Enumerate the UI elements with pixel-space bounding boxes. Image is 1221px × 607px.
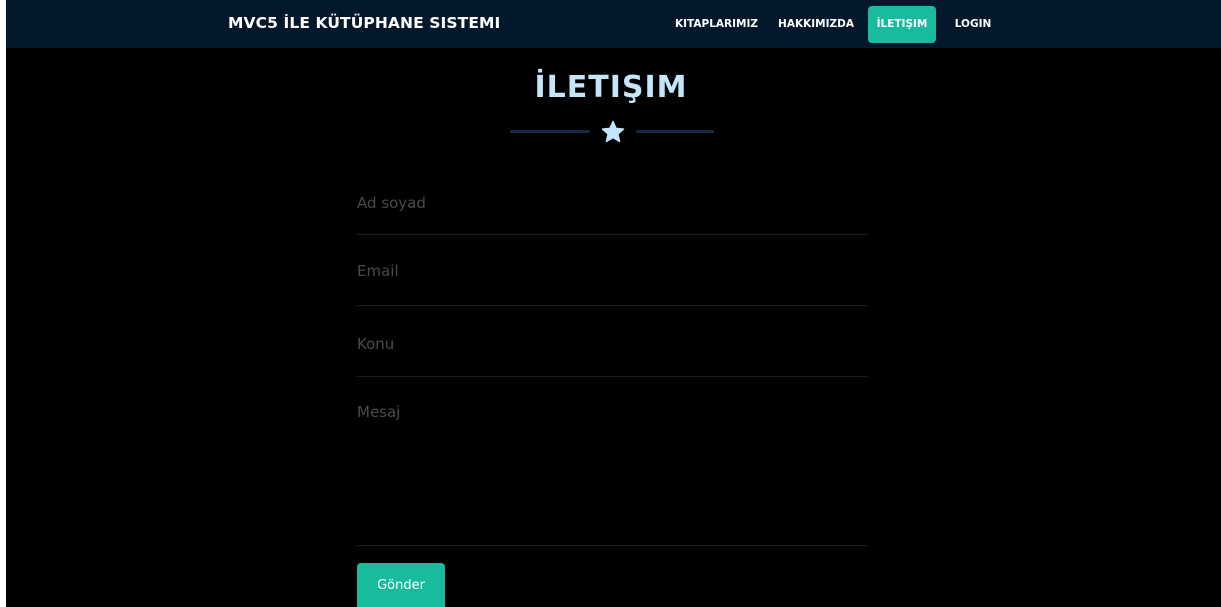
email-field-group <box>357 259 868 306</box>
nav-item-kitaplarimiz[interactable]: KITAPLARIMIZ <box>675 6 758 43</box>
message-textarea[interactable] <box>357 403 868 523</box>
brand-title[interactable]: MVC5 İLE KÜTÜPHANE SISTEMI <box>228 14 500 32</box>
email-input[interactable] <box>357 260 868 282</box>
divider-left-line <box>510 130 590 133</box>
divider-right-line <box>636 130 714 133</box>
name-input[interactable] <box>357 192 868 214</box>
top-navbar: MVC5 İLE KÜTÜPHANE SISTEMI KITAPLARIMIZ … <box>6 0 1221 48</box>
name-field-group <box>357 190 868 235</box>
star-icon <box>601 120 625 143</box>
subject-input[interactable] <box>357 333 868 355</box>
nav-item-iletisim[interactable]: İLETIŞIM <box>868 6 936 43</box>
nav-item-hakkimizda[interactable]: HAKKIMIZDA <box>778 6 854 43</box>
nav-item-login[interactable]: LOGIN <box>949 6 997 43</box>
message-field-group <box>357 400 868 546</box>
submit-button[interactable]: Gönder <box>357 563 445 607</box>
page-title: İLETIŞIM <box>534 70 688 105</box>
subject-field-group <box>357 331 868 377</box>
app-window: MVC5 İLE KÜTÜPHANE SISTEMI KITAPLARIMIZ … <box>6 0 1221 607</box>
